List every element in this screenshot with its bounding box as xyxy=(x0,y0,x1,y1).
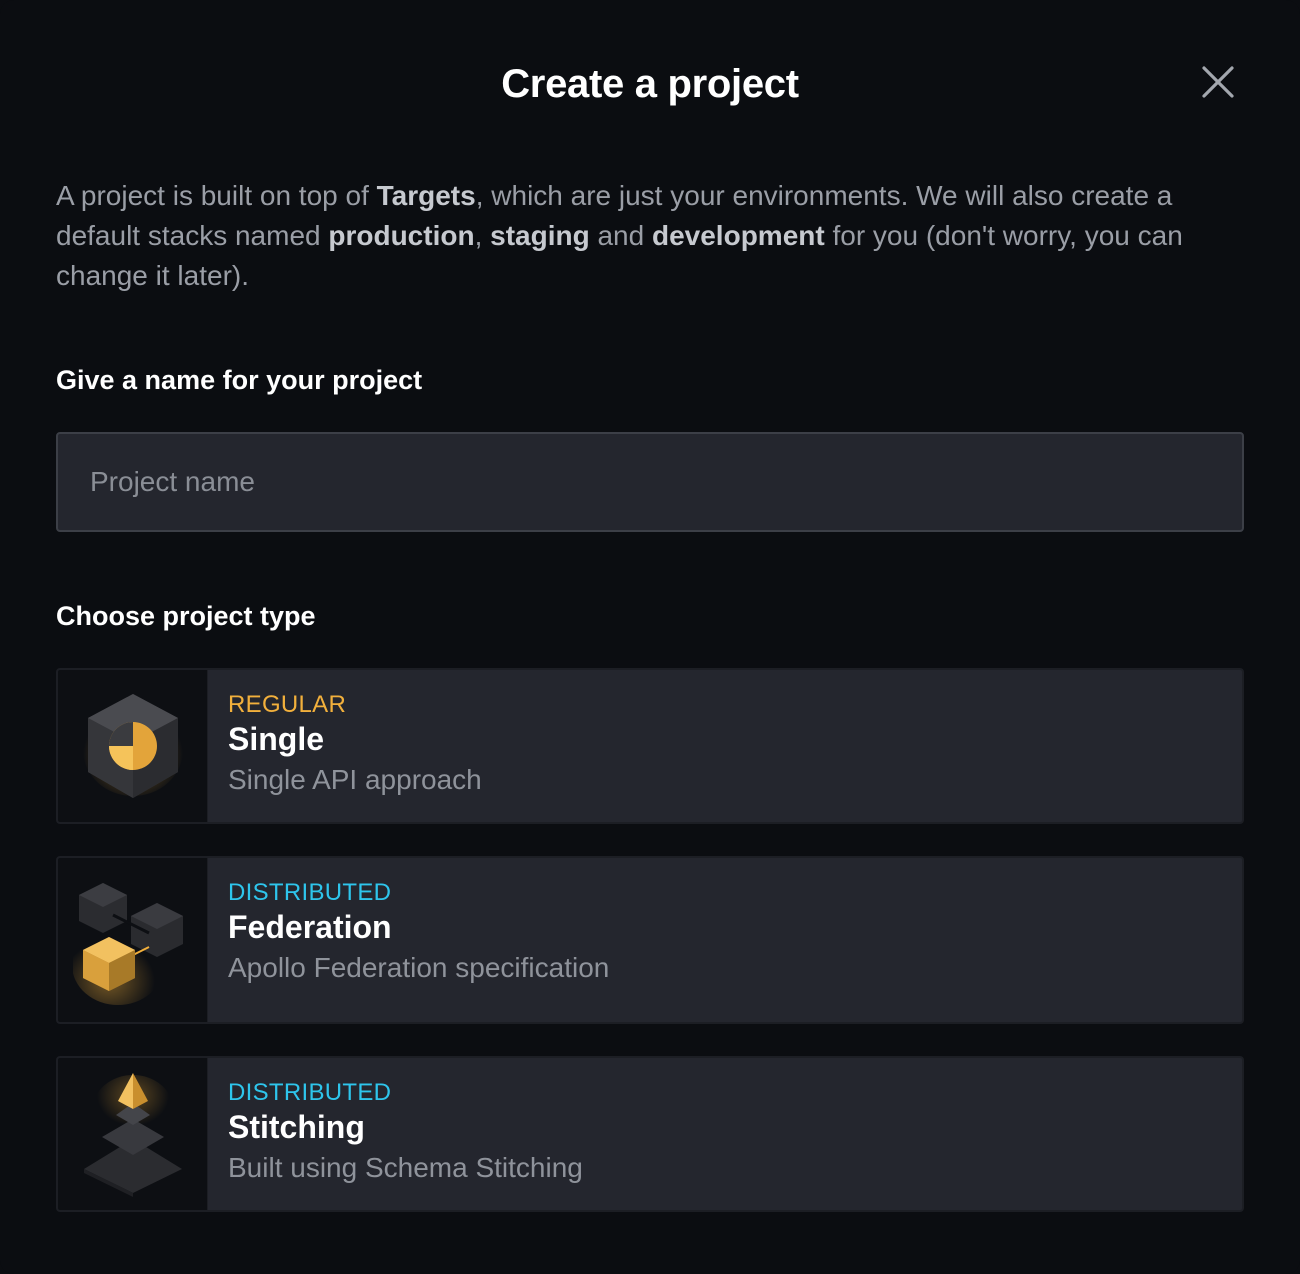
project-type-single-option[interactable]: REGULAR Single Single API approach xyxy=(56,668,1244,824)
dialog-description: A project is built on top of Targets, wh… xyxy=(56,176,1246,296)
pyramid-icon xyxy=(83,1073,182,1197)
description-bold-development: development xyxy=(651,220,825,251)
project-type-federation-option[interactable]: DISTRIBUTED Federation Apollo Federation… xyxy=(56,856,1244,1024)
type-text: DISTRIBUTED Federation Apollo Federation… xyxy=(208,858,609,1022)
project-name-label: Give a name for your project xyxy=(56,365,423,395)
type-kind-label: REGULAR xyxy=(228,691,347,718)
dialog-title: Create a project xyxy=(501,62,799,106)
type-description: Apollo Federation specification xyxy=(228,952,610,983)
close-icon xyxy=(1202,66,1234,98)
project-type-stitching-option[interactable]: DISTRIBUTED Stitching Built using Schema… xyxy=(56,1056,1244,1212)
type-text: DISTRIBUTED Stitching Built using Schema… xyxy=(208,1058,583,1210)
cube-icon xyxy=(82,694,183,798)
description-bold-targets: Targets xyxy=(376,180,476,211)
description-bold-production: production xyxy=(328,220,475,251)
description-part: A project is built on top of xyxy=(56,180,377,211)
description-bold-staging: staging xyxy=(490,220,590,251)
type-name: Federation xyxy=(228,909,392,945)
create-project-dialog: Create a project A project is built on t… xyxy=(0,0,1300,1274)
type-name: Single xyxy=(228,721,325,757)
type-kind-label: DISTRIBUTED xyxy=(228,1079,392,1106)
type-description: Built using Schema Stitching xyxy=(228,1152,583,1183)
project-name-input[interactable] xyxy=(56,432,1244,532)
type-icon-container xyxy=(58,858,208,1022)
cubes-icon xyxy=(72,883,183,1005)
close-button[interactable] xyxy=(1196,60,1240,104)
type-description: Single API approach xyxy=(228,764,482,795)
type-icon-container xyxy=(58,1058,208,1210)
type-text: REGULAR Single Single API approach xyxy=(208,670,482,822)
description-part: and xyxy=(589,220,652,251)
project-type-label: Choose project type xyxy=(56,601,316,631)
description-part: , xyxy=(474,220,491,251)
type-kind-label: DISTRIBUTED xyxy=(228,879,392,906)
type-icon-container xyxy=(58,670,208,822)
type-name: Stitching xyxy=(228,1109,365,1145)
